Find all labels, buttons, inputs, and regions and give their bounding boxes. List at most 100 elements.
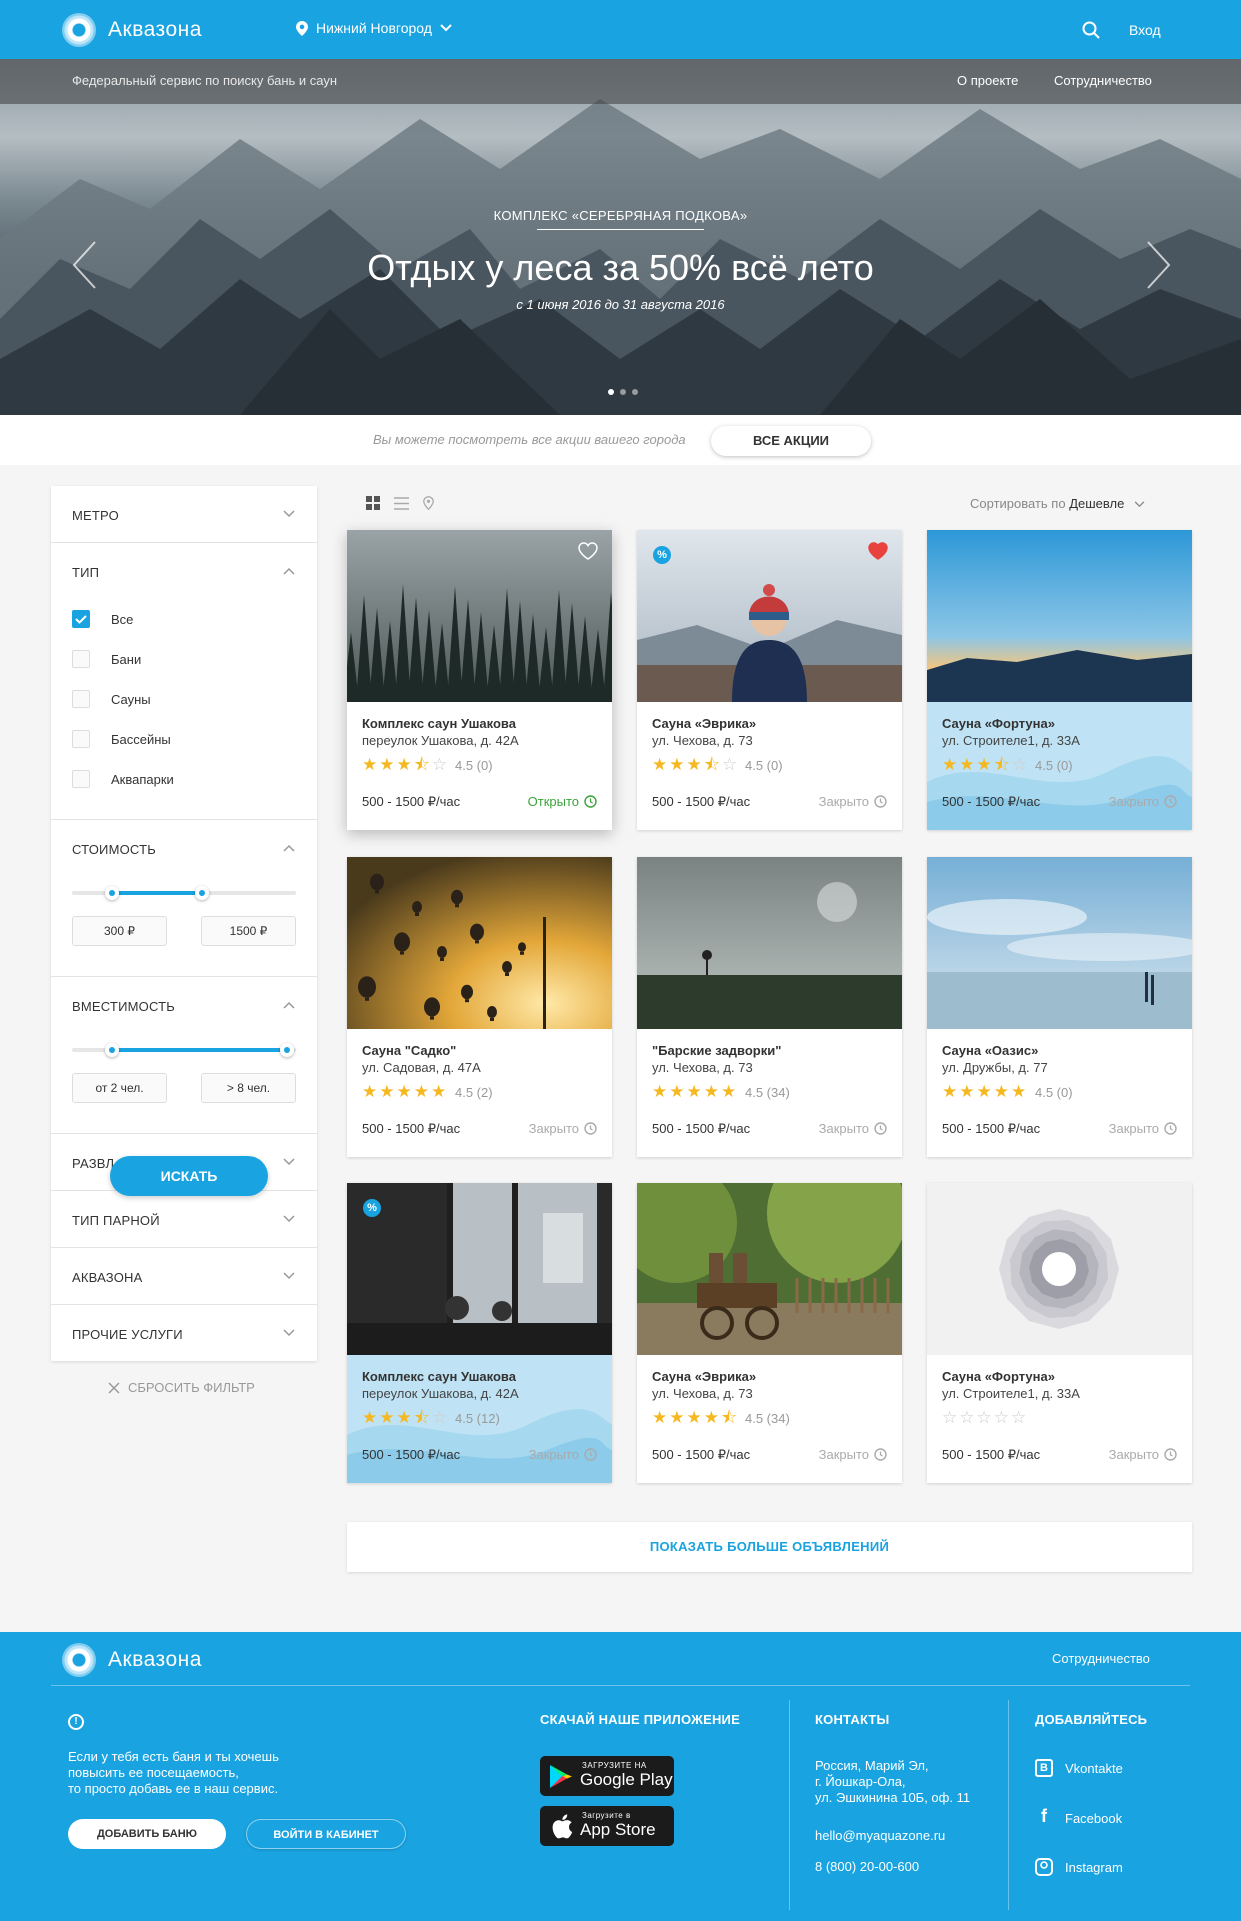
filter-other-services[interactable]: ПРОЧИЕ УСЛУГИ <box>51 1305 317 1361</box>
chevron-down-icon[interactable] <box>283 510 295 518</box>
contacts-phone[interactable]: 8 (800) 20-00-600 <box>815 1859 919 1875</box>
listing-photo[interactable] <box>637 857 902 1029</box>
all-promos-button[interactable]: ВСЕ АКЦИИ <box>711 426 871 456</box>
nav-cooperation[interactable]: Сотрудничество <box>1054 73 1152 88</box>
filter-label: ПРОЧИЕ УСЛУГИ <box>72 1327 183 1342</box>
chevron-up-icon[interactable] <box>283 844 295 852</box>
slider-handle-min[interactable] <box>105 1043 120 1057</box>
logo[interactable]: Аквазона <box>62 12 202 48</box>
listing-card[interactable]: Сауна «Оазис» ул. Дружбы, д. 77 ★ ★ ★ ★ ★ 4.… <box>927 857 1192 1157</box>
listing-card[interactable]: "Барские задворки" ул. Чехова, д. 73 ★ ★ ★… <box>637 857 902 1157</box>
footer-cooperation-link[interactable]: Сотрудничество <box>1052 1651 1150 1666</box>
list-view-icon[interactable] <box>394 496 409 510</box>
listing-card[interactable]: Сауна "Садко" ул. Садовая, д. 47А ★ ★ ★ ★ ★ … <box>347 857 612 1157</box>
slider-handle-max[interactable] <box>280 1043 295 1057</box>
listing-card[interactable]: Сауна «Эврика» ул. Чехова, д. 73 ★ ★ ★ ★ ⯪ 4… <box>637 1183 902 1483</box>
social-vkontakte[interactable]: B Vkontakte <box>1035 1759 1123 1777</box>
capacity-from-field[interactable]: от 2 чел. <box>72 1073 167 1103</box>
price-range-slider[interactable]: 300 ₽ 1500 ₽ <box>51 876 317 946</box>
listing-photo[interactable]: % <box>347 1183 612 1355</box>
listing-info: Комплекс саун Ушакова переулок Ушакова, … <box>347 1355 612 1483</box>
listing-photo[interactable] <box>927 530 1192 702</box>
listing-photo[interactable] <box>637 1183 902 1355</box>
listing-name[interactable]: Сауна «Оазис» <box>942 1043 1038 1058</box>
listing-name[interactable]: Сауна «Эврика» <box>652 1369 756 1384</box>
listing-photo[interactable] <box>347 857 612 1029</box>
listing-name[interactable]: Комплекс саун Ушакова <box>362 716 516 731</box>
login-cabinet-button[interactable]: ВОЙТИ В КАБИНЕТ <box>246 1819 406 1849</box>
price-to-field[interactable]: 1500 ₽ <box>201 916 296 946</box>
hero-kicker[interactable]: КОМПЛЕКС «СЕРЕБРЯНАЯ ПОДКОВА» <box>0 208 1241 223</box>
listing-photo[interactable] <box>927 857 1192 1029</box>
checkbox[interactable] <box>72 730 90 748</box>
listing-name[interactable]: Сауна «Фортуна» <box>942 716 1055 731</box>
favorite-heart-icon[interactable] <box>868 542 888 560</box>
star-icon: ★ <box>686 1408 702 1427</box>
listing-name[interactable]: Сауна «Фортуна» <box>942 1369 1055 1384</box>
checkbox[interactable] <box>72 690 90 708</box>
slider-dot[interactable] <box>608 389 614 395</box>
type-option-aquapark[interactable]: Аквапарки <box>51 759 317 799</box>
slider-handle-min[interactable] <box>105 886 120 900</box>
checkbox-checked[interactable] <box>72 610 90 628</box>
login-link[interactable]: Вход <box>1129 22 1161 38</box>
chevron-down-icon[interactable] <box>283 1272 295 1280</box>
sort-selector[interactable]: Сортировать по Дешевле <box>970 496 1145 511</box>
listing-card[interactable]: % Сауна «Эврика» ул. Чехова, д. 73 ★ ★ ★ ⯪ ☆… <box>637 530 902 830</box>
listing-card[interactable]: Сауна «Фортуна» ул. Строителе1, д. 33А ☆… <box>927 1183 1192 1483</box>
checkbox[interactable] <box>72 770 90 788</box>
open-status: Закрыто <box>1109 1447 1177 1462</box>
show-more-button[interactable]: ПОКАЗАТЬ БОЛЬШЕ ОБЪЯВЛЕНИЙ <box>347 1522 1192 1572</box>
nav-about[interactable]: О проекте <box>957 73 1018 88</box>
listing-name[interactable]: Комплекс саун Ушакова <box>362 1369 516 1384</box>
listing-info: Сауна «Фортуна» ул. Строителе1, д. 33А ★… <box>927 702 1192 830</box>
chevron-down-icon[interactable] <box>283 1158 295 1166</box>
search-button[interactable]: ИСКАТЬ <box>110 1156 268 1196</box>
slider-dot[interactable] <box>620 389 626 395</box>
chevron-down-icon[interactable] <box>283 1329 295 1337</box>
price-from-field[interactable]: 300 ₽ <box>72 916 167 946</box>
city-selector[interactable]: Нижний Новгород <box>296 20 452 36</box>
type-option-all[interactable]: Все <box>51 599 317 639</box>
search-icon[interactable] <box>1082 21 1100 39</box>
favorite-heart-icon[interactable] <box>578 542 598 560</box>
listing-name[interactable]: Сауна "Садко" <box>362 1043 456 1058</box>
add-banya-button[interactable]: ДОБАВИТЬ БАНЮ <box>68 1819 226 1849</box>
social-facebook[interactable]: f Facebook <box>1035 1807 1122 1827</box>
chevron-up-icon[interactable] <box>283 1001 295 1009</box>
app-store-button[interactable]: Загрузите в App Store <box>540 1806 674 1846</box>
chevron-down-icon[interactable] <box>283 1215 295 1223</box>
filter-aquazone[interactable]: АКВАЗОНА <box>51 1248 317 1305</box>
listing-card[interactable]: % Комплекс саун Ушакова переулок Ушакова… <box>347 1183 612 1483</box>
chevron-up-icon[interactable] <box>283 567 295 575</box>
filter-steam-room[interactable]: ТИП ПАРНОЙ <box>51 1191 317 1248</box>
listing-name[interactable]: "Барские задворки" <box>652 1043 781 1058</box>
star-icon: ★ <box>976 1082 992 1101</box>
type-option-banya[interactable]: Бани <box>51 639 317 679</box>
google-play-button[interactable]: ЗАГРУЗИТЕ НА Google Play <box>540 1756 674 1796</box>
listing-name[interactable]: Сауна «Эврика» <box>652 716 756 731</box>
map-view-icon[interactable] <box>423 496 434 510</box>
type-option-pool[interactable]: Бассейны <box>51 719 317 759</box>
capacity-to-field[interactable]: > 8 чел. <box>201 1073 296 1103</box>
slider-next-icon[interactable] <box>1143 239 1173 291</box>
listing-card[interactable]: Сауна «Фортуна» ул. Строителе1, д. 33А ★… <box>927 530 1192 830</box>
checkbox[interactable] <box>72 650 90 668</box>
listing-card[interactable]: Комплекс саун Ушакова переулок Ушакова, … <box>347 530 612 830</box>
footer-logo[interactable]: Аквазона <box>62 1642 202 1678</box>
capacity-range-slider[interactable]: от 2 чел. > 8 чел. <box>51 1033 317 1103</box>
slider-prev-icon[interactable] <box>70 239 100 291</box>
slider-dot[interactable] <box>632 389 638 395</box>
listing-photo[interactable] <box>347 530 612 702</box>
filter-metro[interactable]: МЕТРО <box>51 486 317 543</box>
contacts-email[interactable]: hello@myaquazone.ru <box>815 1828 945 1844</box>
type-option-sauna[interactable]: Сауны <box>51 679 317 719</box>
social-instagram[interactable]: Instagram <box>1035 1858 1123 1876</box>
hero-title: Отдых у леса за 50% всё лето <box>367 247 874 288</box>
reset-filter-button[interactable]: СБРОСИТЬ ФИЛЬТР <box>108 1380 255 1395</box>
listing-photo[interactable] <box>927 1183 1192 1355</box>
star-icon: ★ <box>959 755 975 774</box>
listing-photo[interactable]: % <box>637 530 902 702</box>
slider-handle-max[interactable] <box>194 886 209 900</box>
grid-view-icon[interactable] <box>366 496 380 510</box>
